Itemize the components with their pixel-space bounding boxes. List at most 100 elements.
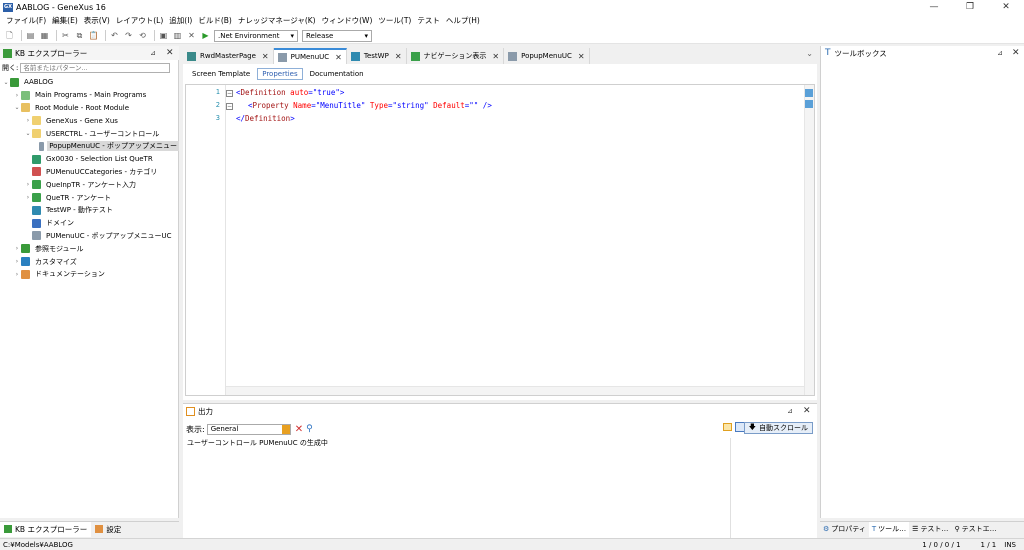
tree-item[interactable]: ⌄ AABLOG bbox=[0, 76, 179, 89]
code-token: Name bbox=[288, 101, 312, 110]
sub-tab[interactable]: Documentation bbox=[305, 68, 369, 80]
tab-test-explorer[interactable]: ⚲ テストエ… bbox=[951, 522, 999, 537]
toolbox-icon: T bbox=[825, 48, 831, 58]
chevron-right-icon[interactable]: › bbox=[13, 271, 21, 278]
new-file-icon[interactable]: 🗋 bbox=[4, 30, 15, 41]
code-editor[interactable]: 1 2 3 − − <Definition auto="true"> <Prop… bbox=[185, 84, 815, 396]
copy-icon[interactable]: ⧉ bbox=[74, 30, 85, 41]
tree-item[interactable]: › Main Programs - Main Programs bbox=[0, 89, 179, 102]
close-icon[interactable]: ✕ bbox=[262, 52, 269, 61]
run-icon[interactable]: ▶ bbox=[200, 30, 211, 41]
pin-icon[interactable]: ⊿ bbox=[997, 49, 1003, 57]
close-icon[interactable]: ✕ bbox=[578, 52, 585, 61]
tree-item[interactable]: ⌄ Root Module - Root Module bbox=[0, 102, 179, 115]
chevron-down-icon[interactable]: ⌄ bbox=[24, 130, 32, 137]
kb-explorer-header: KB エクスプローラー ⊿ ✕ bbox=[0, 46, 179, 60]
code-token: </ bbox=[236, 114, 246, 123]
cut-icon[interactable]: ✂ bbox=[60, 30, 71, 41]
document-tab[interactable]: PopupMenuUC ✕ bbox=[504, 48, 590, 64]
close-icon[interactable]: ✕ bbox=[1012, 48, 1020, 58]
close-button[interactable]: ✕ bbox=[988, 0, 1024, 14]
menu-help[interactable]: ヘルプ(H) bbox=[443, 14, 483, 28]
tab-preferences[interactable]: 設定 bbox=[91, 522, 125, 537]
redo-icon[interactable]: ↷ bbox=[123, 30, 134, 41]
menu-edit[interactable]: 編集(E) bbox=[49, 14, 81, 28]
chevron-right-icon[interactable]: › bbox=[24, 117, 32, 124]
restore-button[interactable]: ❐ bbox=[952, 0, 988, 14]
tree-item[interactable]: PopupMenuUC - ポップアップメニュー bbox=[0, 140, 179, 153]
sub-tab[interactable]: Screen Template bbox=[187, 68, 255, 80]
tab-properties[interactable]: ⚙ プロパティ bbox=[820, 522, 869, 537]
menu-layout[interactable]: レイアウト(L) bbox=[113, 14, 167, 28]
close-icon[interactable]: ✕ bbox=[803, 406, 811, 416]
paste-icon[interactable]: 📋 bbox=[88, 30, 99, 41]
menu-knowledge-manager[interactable]: ナレッジマネージャ(K) bbox=[235, 14, 319, 28]
menu-test[interactable]: テスト bbox=[414, 14, 443, 28]
configuration-select[interactable]: Release ▾ bbox=[302, 29, 372, 42]
menu-build[interactable]: ビルド(B) bbox=[195, 14, 235, 28]
close-icon[interactable]: ✕ bbox=[166, 48, 174, 58]
close-icon[interactable]: ✕ bbox=[492, 52, 499, 61]
tree-item[interactable]: › GeneXus - Gene Xus bbox=[0, 114, 179, 127]
tree-item[interactable]: › 参照モジュール bbox=[0, 242, 179, 255]
document-tab[interactable]: TestWP ✕ bbox=[347, 48, 407, 64]
clear-icon[interactable]: ✕ bbox=[295, 424, 303, 435]
code-token: Definition bbox=[240, 88, 286, 97]
save-all-icon[interactable]: ▦ bbox=[39, 30, 50, 41]
menu-tools[interactable]: ツール(T) bbox=[375, 14, 414, 28]
tree-item[interactable]: Gx0030 - Selection List QueTR bbox=[0, 153, 179, 166]
menu-insert[interactable]: 追加(I) bbox=[166, 14, 195, 28]
chevron-right-icon[interactable]: › bbox=[13, 92, 21, 99]
close-icon[interactable]: ✕ bbox=[335, 53, 342, 62]
cancel-build-icon[interactable]: ✕ bbox=[186, 30, 197, 41]
pin-icon[interactable]: ⊿ bbox=[150, 49, 156, 57]
document-tab[interactable]: RwdMasterPage ✕ bbox=[183, 48, 274, 64]
chevron-right-icon[interactable]: › bbox=[24, 181, 32, 188]
menu-file[interactable]: ファイル(F) bbox=[3, 14, 49, 28]
rebuild-icon[interactable]: ▥ bbox=[172, 30, 183, 41]
close-icon[interactable]: ✕ bbox=[395, 52, 402, 61]
tab-label: 設定 bbox=[106, 524, 122, 534]
tab-toolbox[interactable]: T ツール… bbox=[868, 521, 910, 537]
chevron-right-icon[interactable]: › bbox=[13, 258, 21, 265]
tree-item[interactable]: › カスタマイズ bbox=[0, 255, 179, 268]
tab-kb-explorer[interactable]: KB エクスプローラー bbox=[0, 521, 92, 537]
vertical-scrollbar[interactable] bbox=[804, 85, 814, 395]
menu-window[interactable]: ウィンドウ(W) bbox=[319, 14, 376, 28]
tree-item[interactable]: ドメイン bbox=[0, 217, 179, 230]
tree-item[interactable]: › QueInpTR - アンケート入力 bbox=[0, 178, 179, 191]
fold-toggle-icon[interactable]: − bbox=[226, 103, 233, 110]
search-icon[interactable]: ⚲ bbox=[306, 424, 313, 434]
chevron-right-icon[interactable]: › bbox=[13, 245, 21, 252]
minimize-button[interactable]: — bbox=[916, 0, 952, 14]
tab-test[interactable]: ☰ テスト… bbox=[909, 522, 951, 537]
autoscroll-button[interactable]: 🡇 自動スクロール bbox=[743, 422, 813, 434]
environment-select[interactable]: .Net Environment ▾ bbox=[214, 29, 298, 42]
horizontal-scrollbar[interactable] bbox=[226, 386, 804, 395]
menu-view[interactable]: 表示(V) bbox=[81, 14, 113, 28]
chevron-down-icon[interactable]: ⌄ bbox=[13, 104, 21, 111]
kb-search-input[interactable] bbox=[20, 63, 171, 73]
save-icon[interactable]: ▤ bbox=[25, 30, 36, 41]
document-tab[interactable]: ナビゲーション表示 ✕ bbox=[407, 48, 505, 64]
document-tab[interactable]: PUMenuUC ✕ bbox=[273, 48, 347, 64]
sub-tab[interactable]: Properties bbox=[257, 67, 303, 80]
tab-overflow-icon[interactable]: ⌄ bbox=[806, 49, 813, 58]
tree-item[interactable]: › QueTR - アンケート bbox=[0, 191, 179, 204]
output-filter-select[interactable]: General bbox=[206, 423, 291, 435]
tree-item[interactable]: PUMenuUC - ポップアップメニューUC bbox=[0, 230, 179, 243]
build-icon[interactable]: ▣ bbox=[158, 30, 169, 41]
tree-item[interactable]: TestWP - 動作テスト bbox=[0, 204, 179, 217]
document-tab-label: PopupMenuUC bbox=[521, 52, 572, 60]
chevron-right-icon[interactable]: › bbox=[24, 194, 32, 201]
tree-item[interactable]: ⌄ USERCTRL - ユーザーコントロール bbox=[0, 127, 179, 140]
chevron-down-icon[interactable]: ⌄ bbox=[2, 79, 10, 86]
tree-item[interactable]: › ドキュメンテーション bbox=[0, 268, 179, 281]
tree-item[interactable]: PUMenuUCCategories - カテゴリ bbox=[0, 166, 179, 179]
pin-icon[interactable]: ⊿ bbox=[787, 407, 793, 415]
undo-icon[interactable]: ↶ bbox=[109, 30, 120, 41]
tree-item-label: ドキュメンテーション bbox=[35, 270, 105, 279]
folder-icon[interactable] bbox=[723, 423, 732, 431]
history-icon[interactable]: ⟲ bbox=[137, 30, 148, 41]
fold-toggle-icon[interactable]: − bbox=[226, 90, 233, 97]
